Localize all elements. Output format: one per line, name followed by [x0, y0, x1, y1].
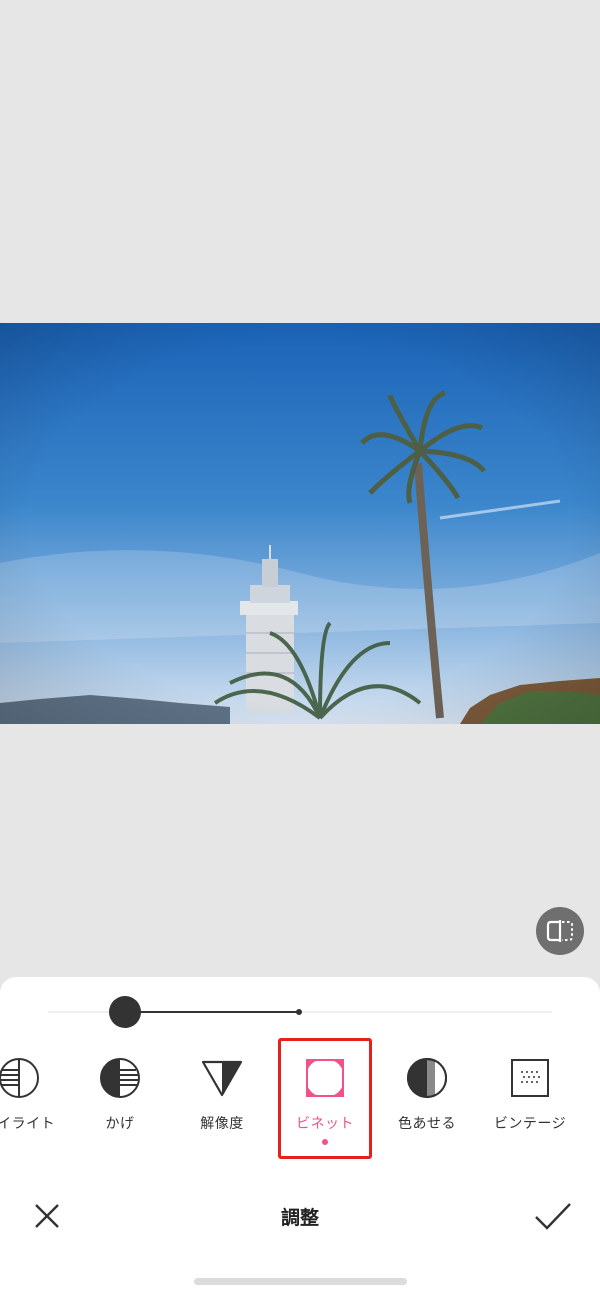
tool-shadow[interactable]: かげ [70, 1055, 170, 1155]
selection-highlight-box [278, 1038, 372, 1159]
tool-label: 解像度 [200, 1116, 244, 1132]
compare-button[interactable] [536, 907, 584, 955]
page-title: 調整 [280, 1207, 319, 1229]
checkmark-icon[interactable] [533, 1199, 573, 1233]
sharpness-icon [201, 1060, 243, 1097]
tool-label: 色あせる [398, 1116, 456, 1132]
slider-center-dot [296, 1009, 302, 1015]
slider-fill [125, 1011, 300, 1013]
intensity-slider[interactable] [48, 996, 552, 1028]
tool-vintage[interactable]: ビンテージ [480, 1055, 580, 1155]
bottom-bar: 調整 [0, 1177, 600, 1257]
adjust-panel: ハイライト かげ 解像度 [0, 977, 600, 1299]
tool-sharpness[interactable]: 解像度 [172, 1055, 272, 1155]
photo-preview [0, 323, 600, 724]
tool-label: ビンテージ [493, 1116, 567, 1132]
home-indicator [194, 1278, 407, 1285]
tool-highlight[interactable]: ハイライト [0, 1055, 69, 1155]
slider-knob[interactable] [109, 996, 141, 1028]
fade-icon [407, 1058, 447, 1098]
tool-label: ハイライト [0, 1116, 56, 1132]
close-icon[interactable] [30, 1199, 64, 1233]
shadow-icon [100, 1058, 140, 1098]
compare-icon [546, 920, 573, 942]
tool-fade[interactable]: 色あせる [377, 1055, 477, 1155]
highlight-icon [0, 1058, 39, 1098]
tool-label: かげ [105, 1116, 135, 1132]
vintage-icon [511, 1059, 549, 1097]
